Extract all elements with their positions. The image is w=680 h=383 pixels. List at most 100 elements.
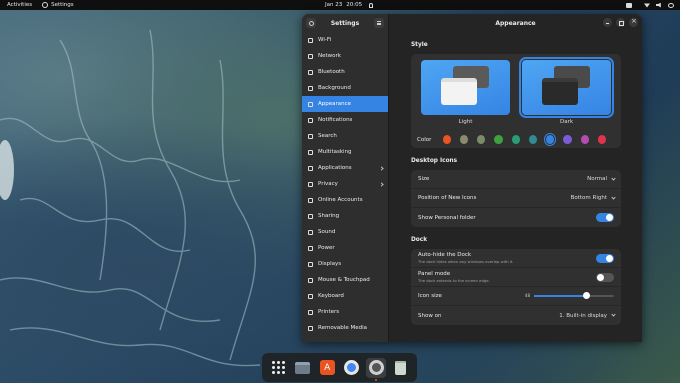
accent-color-swatch[interactable] <box>442 135 451 144</box>
sidebar-item-multitasking[interactable]: Multitasking <box>302 144 388 160</box>
color-label: Color <box>417 136 432 143</box>
settings-gear-icon <box>368 360 384 375</box>
sidebar-item-privacy[interactable]: Privacy <box>302 176 388 192</box>
accent-color-swatch[interactable] <box>511 135 520 144</box>
dock-trash[interactable] <box>391 358 411 378</box>
sidebar-item-printers[interactable]: Printers <box>302 304 388 320</box>
sidebar-item-wi-fi[interactable]: Wi-Fi <box>302 32 388 48</box>
icon-size-row[interactable]: Size Normal <box>411 170 621 189</box>
theme-light[interactable]: Light <box>421 60 510 125</box>
search-icon <box>308 133 313 139</box>
network-icon <box>308 53 313 59</box>
printer-icon <box>308 309 313 315</box>
sidebar-item-mouse-touchpad[interactable]: Mouse & Touchpad <box>302 272 388 288</box>
appearance-icon <box>308 101 313 107</box>
media-icon <box>308 325 313 331</box>
theme-dark-preview[interactable] <box>519 57 614 118</box>
settings-window: Settings Wi-Fi Network Bluetooth Background… <box>302 14 642 342</box>
sidebar-header: Settings <box>302 14 388 32</box>
accent-color-swatch[interactable] <box>563 135 572 144</box>
desktop-icons-group: Size Normal Position of New Icons Bottom… <box>411 170 621 227</box>
sidebar-item-label: Power <box>318 245 335 251</box>
sidebar-item-appearance[interactable]: Appearance <box>302 96 388 112</box>
activities-button[interactable]: Activities <box>7 2 32 8</box>
clock[interactable]: Jan 23 20:05 <box>325 2 374 8</box>
sidebar-item-label: Displays <box>318 261 342 267</box>
dock-settings[interactable] <box>366 357 387 381</box>
personal-folder-toggle[interactable] <box>596 213 614 222</box>
panel-mode-toggle[interactable] <box>596 273 614 282</box>
dock-heading: Dock <box>411 237 428 243</box>
sidebar-item-bluetooth[interactable]: Bluetooth <box>302 64 388 80</box>
sidebar-item-search[interactable]: Search <box>302 128 388 144</box>
sidebar-item-power[interactable]: Power <box>302 240 388 256</box>
panel-mode-description: The dock extends to the screen edge. <box>418 278 490 283</box>
main-menu-button[interactable] <box>373 18 384 28</box>
dock-app-center[interactable]: A <box>317 358 337 378</box>
show-on-value[interactable]: 1. Built-in display <box>559 313 607 319</box>
bluetooth-icon <box>308 69 313 75</box>
panel-mode-row: Panel mode The dock extends to the scree… <box>411 268 621 287</box>
sidebar-item-label: Bluetooth <box>318 69 345 75</box>
sidebar-item-online-accounts[interactable]: Online Accounts <box>302 192 388 208</box>
sidebar-item-label: Notifications <box>318 117 353 123</box>
app-menu[interactable]: Settings <box>42 2 74 8</box>
sidebar-item-label: Removable Media <box>318 325 367 331</box>
accent-color-swatch[interactable] <box>543 132 557 147</box>
style-heading: Style <box>411 42 428 48</box>
minimize-button[interactable] <box>603 18 612 27</box>
system-menu[interactable] <box>626 2 674 8</box>
accent-color-swatch[interactable] <box>494 135 503 144</box>
dock-icon-size-label: Icon size <box>418 293 442 299</box>
sidebar-item-removable-media[interactable]: Removable Media <box>302 320 388 336</box>
autohide-label: Auto-hide the Dock <box>418 252 472 258</box>
sidebar-item-background[interactable]: Background <box>302 80 388 96</box>
new-icons-position-value[interactable]: Bottom Right <box>571 195 607 201</box>
sidebar-item-label: Keyboard <box>318 293 344 299</box>
personal-folder-row: Show Personal folder <box>411 208 621 227</box>
accent-color-swatch[interactable] <box>459 135 469 144</box>
sidebar-item-sharing[interactable]: Sharing <box>302 208 388 224</box>
sidebar-item-label: Background <box>318 85 351 91</box>
dock-chromium[interactable] <box>342 358 362 378</box>
sound-icon <box>308 229 313 235</box>
search-button[interactable] <box>306 18 316 28</box>
accent-color-swatch[interactable] <box>477 135 486 144</box>
window-controls <box>603 17 638 27</box>
accent-color-row: Color <box>417 132 615 147</box>
autohide-toggle[interactable] <box>596 254 614 263</box>
theme-dark[interactable]: Dark <box>519 57 614 125</box>
clock-time: 20:05 <box>346 2 363 8</box>
accent-color-swatch[interactable] <box>528 135 538 144</box>
multitasking-icon <box>308 149 313 155</box>
sidebar-item-label: Network <box>318 53 341 59</box>
close-button[interactable] <box>629 17 638 27</box>
bell-icon <box>308 117 313 123</box>
icon-size-slider[interactable]: 48 <box>525 291 614 299</box>
browser-icon <box>344 360 360 375</box>
panel-mode-label: Panel mode <box>418 271 451 277</box>
sidebar-list: Wi-Fi Network Bluetooth Background Appearanc… <box>302 32 388 336</box>
show-on-row[interactable]: Show on 1. Built-in display <box>411 306 621 325</box>
sidebar-item-applications[interactable]: Applications <box>302 160 388 176</box>
wifi-icon <box>308 37 313 43</box>
slider-track[interactable] <box>534 291 614 299</box>
sidebar-item-displays[interactable]: Displays <box>302 256 388 272</box>
accent-color-swatch[interactable] <box>597 135 606 144</box>
icon-size-value[interactable]: Normal <box>587 176 607 182</box>
sidebar-item-keyboard[interactable]: Keyboard <box>302 288 388 304</box>
dock-icon-size-row: Icon size 48 <box>411 287 621 306</box>
dock-files[interactable] <box>293 358 313 378</box>
sidebar-item-label: Multitasking <box>318 149 352 155</box>
theme-light-preview[interactable] <box>421 60 510 115</box>
new-icons-position-row[interactable]: Position of New Icons Bottom Right <box>411 189 621 208</box>
sidebar-item-notifications[interactable]: Notifications <box>302 112 388 128</box>
sidebar-item-sound[interactable]: Sound <box>302 224 388 240</box>
sidebar-item-network[interactable]: Network <box>302 48 388 64</box>
mouse-icon <box>308 277 313 283</box>
sidebar-item-label: Applications <box>318 165 352 171</box>
slider-knob[interactable] <box>583 291 590 299</box>
show-apps-button[interactable] <box>268 358 288 378</box>
accent-color-swatch[interactable] <box>580 135 589 144</box>
maximize-button[interactable] <box>616 18 625 27</box>
